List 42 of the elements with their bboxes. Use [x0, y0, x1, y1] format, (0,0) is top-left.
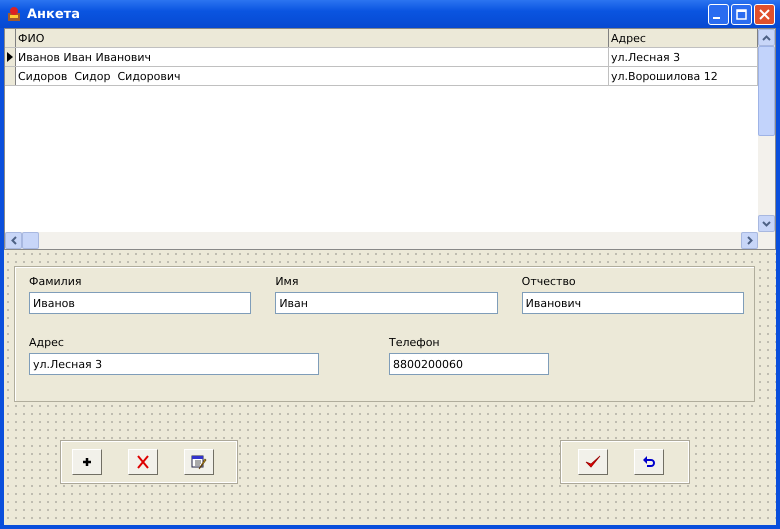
input-field[interactable]: 8800200060: [389, 353, 549, 375]
row-indicator[interactable]: [5, 48, 16, 66]
field-label: Фамилия: [29, 275, 82, 288]
cross-icon: [136, 455, 150, 469]
input-field[interactable]: Иванович: [522, 292, 744, 314]
add-button[interactable]: [72, 449, 102, 475]
field-label: Адрес: [29, 336, 65, 349]
checkmark-icon: [585, 455, 601, 469]
table-cell: Сидоров Сидор Сидорович: [16, 67, 609, 85]
close-button[interactable]: [754, 4, 775, 24]
input-field[interactable]: ул.Лесная 3: [29, 353, 319, 375]
field-label: Телефон: [389, 336, 441, 349]
scroll-thumb[interactable]: [22, 232, 39, 249]
scroll-thumb[interactable]: [758, 46, 775, 136]
field-label: Отчество: [522, 275, 577, 288]
undo-button[interactable]: [634, 449, 664, 475]
field-label: Имя: [275, 275, 300, 288]
scroll-down-button[interactable]: [758, 215, 775, 232]
table-cell: Иванов Иван Иванович: [16, 48, 609, 66]
delete-button[interactable]: [128, 449, 158, 475]
column-header[interactable]: ФИО: [16, 29, 609, 47]
app-icon: [6, 6, 22, 22]
close-icon: [759, 8, 770, 20]
column-header[interactable]: Адрес: [609, 29, 758, 47]
plus-icon: [82, 457, 92, 467]
minimize-button[interactable]: [708, 4, 729, 24]
maximize-button[interactable]: [731, 4, 752, 24]
current-row-icon: [7, 52, 13, 62]
scroll-left-button[interactable]: [5, 232, 22, 249]
table-pencil-icon: [191, 454, 207, 470]
window-title: Анкета: [27, 6, 81, 22]
maximize-icon: [736, 8, 747, 20]
input-field[interactable]: Иванов: [29, 292, 252, 314]
edit-button[interactable]: [184, 449, 214, 475]
undo-icon: [642, 456, 656, 468]
scroll-right-button[interactable]: [741, 232, 758, 249]
input-field[interactable]: Иван: [275, 292, 498, 314]
vertical-scrollbar[interactable]: [758, 29, 775, 232]
confirm-button[interactable]: [578, 449, 608, 475]
scroll-up-button[interactable]: [758, 29, 775, 46]
minimize-icon: [713, 17, 720, 19]
horizontal-scrollbar[interactable]: [5, 232, 775, 249]
